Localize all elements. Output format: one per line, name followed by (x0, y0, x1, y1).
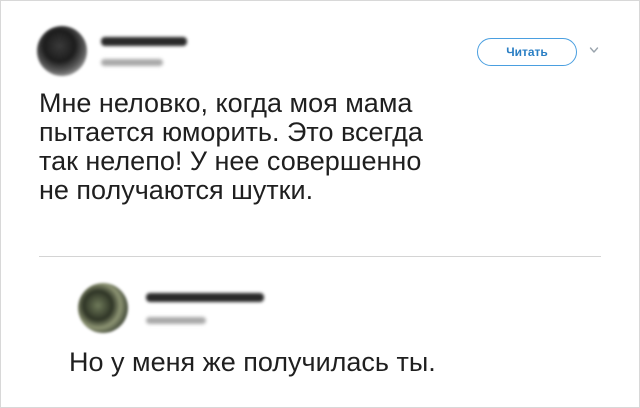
reply-text: Но у меня же получилась ты. (69, 347, 436, 377)
divider (39, 256, 601, 257)
follow-button[interactable]: Читать (477, 38, 577, 66)
blurred-display-name[interactable] (101, 37, 187, 46)
chevron-down-icon[interactable] (589, 45, 599, 55)
reply-avatar[interactable] (78, 283, 128, 333)
blurred-handle[interactable] (101, 59, 163, 66)
blurred-reply-handle[interactable] (146, 317, 206, 324)
screenshot-frame: Читать Мне неловко, когда моя мама пытае… (0, 0, 640, 408)
avatar[interactable] (37, 26, 87, 76)
blurred-reply-display-name[interactable] (146, 293, 264, 302)
tweet-text: Мне неловко, когда моя мама пытается юмо… (39, 88, 423, 205)
